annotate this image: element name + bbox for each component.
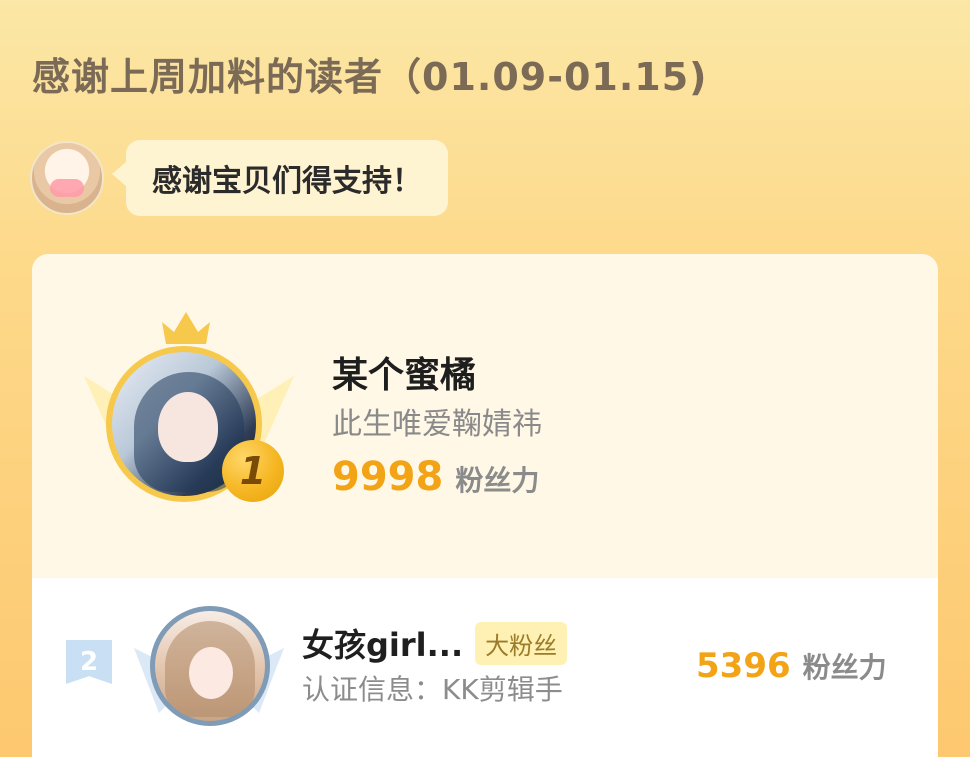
avatar-face	[50, 179, 84, 197]
avatar-face	[158, 392, 218, 462]
fan-score: 9998 粉丝力	[332, 454, 539, 500]
leaderboard-card: 1 某个蜜橘 此生唯爱鞠婧祎 9998 粉丝力 2 女孩girl... 大粉丝 …	[32, 254, 938, 757]
fan-score: 5396 粉丝力	[696, 646, 887, 686]
user-name[interactable]: 女孩girl...	[302, 620, 463, 666]
rank-2-row[interactable]: 2 女孩girl... 大粉丝 认证信息：KK剪辑手 5396 粉丝力	[32, 578, 938, 757]
crown-icon	[162, 312, 210, 344]
thanks-bubble: 感谢宝贝们得支持！	[112, 140, 448, 216]
user-name[interactable]: 某个蜜橘	[332, 346, 476, 398]
avatar-face	[189, 647, 233, 699]
rank-number: 1	[239, 449, 267, 493]
score-unit: 粉丝力	[802, 651, 887, 684]
avatar[interactable]	[150, 606, 270, 726]
rank-badge: 2	[66, 640, 112, 684]
score-value: 9998	[332, 454, 444, 500]
medal-icon: 1	[222, 440, 284, 502]
score-value: 5396	[696, 646, 791, 686]
user-subtitle: 认证信息：KK剪辑手	[302, 673, 563, 706]
user-subtitle: 此生唯爱鞠婧祎	[332, 407, 542, 442]
thanks-message-row: 感谢宝贝们得支持！	[30, 140, 448, 216]
fan-badge: 大粉丝	[475, 621, 568, 665]
avatar[interactable]	[30, 141, 104, 215]
page-title: 感谢上周加料的读者（01.09-01.15)	[32, 55, 708, 99]
name-row: 女孩girl... 大粉丝	[302, 620, 568, 666]
rank-1-row[interactable]: 1 某个蜜橘 此生唯爱鞠婧祎 9998 粉丝力	[32, 254, 938, 578]
score-unit: 粉丝力	[455, 464, 540, 497]
